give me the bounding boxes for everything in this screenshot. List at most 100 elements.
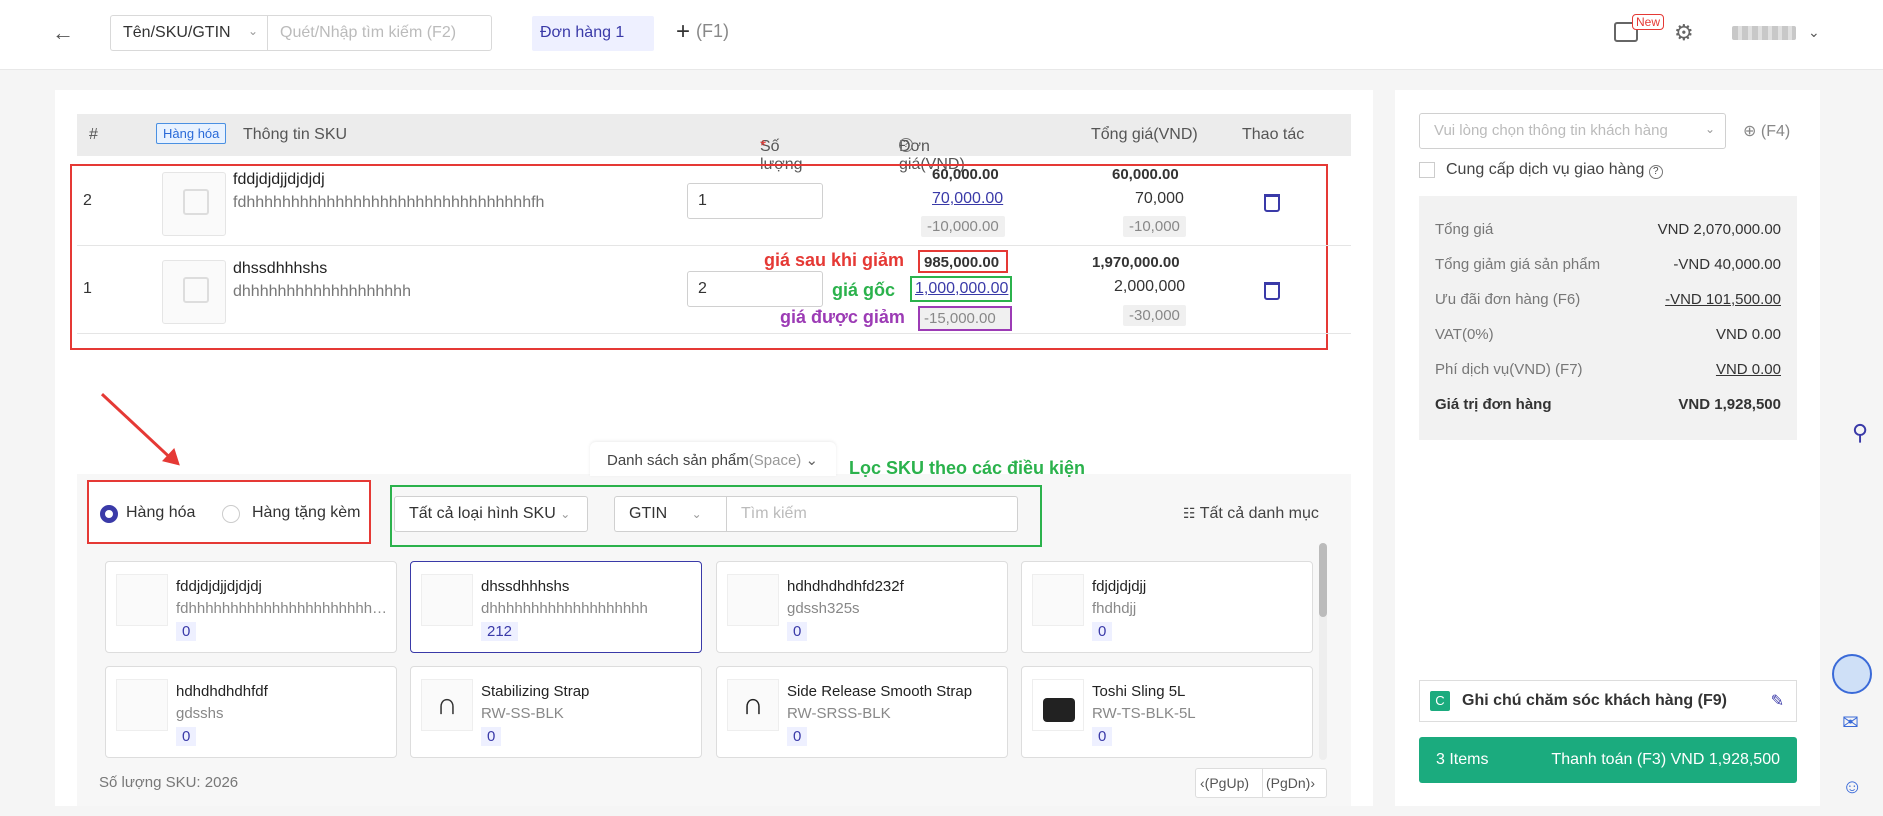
- summary-row: Tổng giảm giá sản phẩm -VND 40,000.00: [1435, 256, 1781, 273]
- prev-page-button[interactable]: ‹(PgUp): [1200, 775, 1249, 791]
- product-name: fddjdjdjjdjdjdj: [176, 578, 262, 595]
- product-code: fdhhhhhhhhhhhhhhhhhhhhhhhhhhhhhhhhfh: [176, 600, 388, 617]
- gear-icon[interactable]: ⚙: [1674, 20, 1694, 46]
- trash-icon[interactable]: [1264, 282, 1280, 300]
- summary-total-row: Giá trị đơn hàng VND 1,928,500: [1435, 396, 1781, 413]
- plus-icon: +: [676, 18, 691, 45]
- back-arrow-icon[interactable]: ←: [52, 20, 74, 46]
- product-card[interactable]: hdhdhdhdhfd232f gdssh325s 0: [716, 561, 1008, 653]
- product-name: hdhdhdhdhfdf: [176, 683, 268, 700]
- product-card[interactable]: fddjdjdjjdjdjdj fdhhhhhhhhhhhhhhhhhhhhhhh…: [105, 561, 397, 653]
- total-price-final: 60,000.00: [1112, 166, 1179, 183]
- trash-icon[interactable]: [1264, 194, 1280, 212]
- scrollbar-thumb[interactable]: [1319, 543, 1327, 617]
- unit-price-original[interactable]: 70,000.00: [932, 190, 1003, 208]
- add-customer-button[interactable]: ⊕ (F4): [1743, 121, 1790, 141]
- help-icon: ?: [1648, 165, 1663, 179]
- tab-order-1[interactable]: Đơn hàng 1: [532, 16, 654, 51]
- chevron-down-icon[interactable]: ⌄: [1808, 24, 1820, 41]
- row-index: 2: [83, 192, 92, 209]
- product-card[interactable]: dhssdhhhshs dhhhhhhhhhhhhhhhhhhh 212: [410, 561, 702, 653]
- product-list-tab[interactable]: Danh sách sản phẩm(Space) ⌄: [590, 442, 836, 476]
- sku-count: Số lượng SKU: 2026: [99, 774, 239, 791]
- category-tree-icon: ☷: [1183, 505, 1196, 521]
- search-type-select[interactable]: Tên/SKU/GTIN ⌄: [110, 15, 268, 51]
- next-page-button[interactable]: (PgDn)›: [1266, 775, 1315, 791]
- unit-price-final: 985,000.00: [918, 250, 1008, 273]
- support-icon[interactable]: ☺: [1842, 776, 1862, 799]
- bag-image: [1032, 679, 1084, 731]
- product-stock: 0: [1092, 622, 1113, 641]
- strap-image: ∩: [727, 679, 779, 731]
- product-stock: 0: [176, 622, 197, 641]
- search-input[interactable]: Quét/Nhập tìm kiếm (F2): [267, 15, 492, 51]
- summary-row[interactable]: Ưu đãi đơn hàng (F6) -VND 101,500.00: [1435, 291, 1781, 308]
- row-index: 1: [83, 280, 92, 297]
- quantity-input[interactable]: 1: [687, 183, 823, 219]
- radio-goods[interactable]: [100, 505, 118, 523]
- strap-image: ∩: [421, 679, 473, 731]
- row-divider: [77, 333, 1351, 334]
- product-name: hdhdhdhdhfd232f: [787, 578, 904, 595]
- product-card[interactable]: Toshi Sling 5L RW-TS-BLK-5L 0: [1021, 666, 1313, 758]
- product-thumbnail: [116, 574, 168, 626]
- product-search-input[interactable]: Tìm kiếm: [726, 496, 1018, 532]
- search-icon[interactable]: ⚲: [1852, 420, 1868, 446]
- header-sku-info: Thông tin SKU: [243, 126, 348, 143]
- product-name: dhssdhhhshs: [481, 578, 570, 595]
- code-type-select[interactable]: GTIN ⌄: [614, 496, 727, 532]
- unit-price-original[interactable]: 1,000,000.00: [910, 276, 1012, 302]
- product-stock: 0: [1092, 727, 1113, 746]
- summary-row: Tổng giá VND 2,070,000.00: [1435, 221, 1781, 238]
- product-thumbnail: [727, 574, 779, 626]
- product-card[interactable]: ∩ Stabilizing Strap RW-SS-BLK 0: [410, 666, 702, 758]
- product-stock: 0: [481, 727, 502, 746]
- add-order-button[interactable]: + (F1): [676, 18, 729, 46]
- annotation-after-discount: giá sau khi giảm: [764, 250, 905, 270]
- quantity-input[interactable]: 2: [687, 271, 823, 307]
- note-badge: C: [1430, 691, 1450, 711]
- edit-icon[interactable]: ✎: [1771, 691, 1784, 711]
- search-type-label: Tên/SKU/GTIN: [123, 24, 231, 41]
- product-card[interactable]: fdjdjdjdjj fhdhdjj 0: [1021, 561, 1313, 653]
- hanghoa-badge: Hàng hóa: [156, 123, 227, 144]
- customer-care-note[interactable]: C Ghi chú chăm sóc khách hàng (F9) ✎: [1419, 680, 1797, 722]
- cart-table-header: # Hàng hóa Thông tin SKU Số lượng * Đơn …: [77, 114, 1351, 173]
- all-categories-button[interactable]: ☷ Tất cả danh mục: [1183, 505, 1319, 523]
- delivery-checkbox[interactable]: [1419, 162, 1435, 178]
- product-thumbnail: [162, 260, 226, 324]
- product-code: dhhhhhhhhhhhhhhhhhhh: [481, 600, 648, 617]
- header-index: #: [89, 126, 98, 143]
- note-label: Ghi chú chăm sóc khách hàng (F9): [1462, 692, 1727, 709]
- checkout-button[interactable]: 3 Items Thanh toán (F3) VND 1,928,500: [1419, 737, 1797, 783]
- radio-gift-label[interactable]: Hàng tặng kèm: [252, 504, 361, 522]
- radio-gift[interactable]: [222, 505, 240, 523]
- product-code: RW-TS-BLK-5L: [1092, 705, 1196, 722]
- chevron-down-icon: ⌄: [805, 452, 819, 469]
- product-name: Stabilizing Strap: [481, 683, 590, 700]
- total-price-original: 2,000,000: [1114, 278, 1186, 295]
- annotation-discount: giá được giảm: [780, 307, 905, 327]
- new-badge: New: [1632, 14, 1665, 30]
- sku-type-select[interactable]: Tất cả loại hình SKU ⌄: [394, 496, 588, 532]
- product-card[interactable]: hdhdhdhdhfdf gdsshs 0: [105, 666, 397, 758]
- delivery-label: Cung cấp dịch vụ giao hàng ?: [1446, 161, 1663, 179]
- header-total-price: Tổng giá(VND): [1091, 126, 1198, 143]
- radio-goods-label[interactable]: Hàng hóa: [126, 504, 195, 522]
- summary-row[interactable]: Phí dịch vụ(VND) (F7) VND 0.00: [1435, 361, 1781, 378]
- product-card[interactable]: ∩ Side Release Smooth Strap RW-SRSS-BLK 0: [716, 666, 1008, 758]
- product-name: Toshi Sling 5L: [1092, 683, 1186, 700]
- item-count: 3 Items: [1436, 751, 1489, 768]
- avatar[interactable]: [1832, 654, 1872, 694]
- plus-circle-icon: ⊕: [1743, 123, 1757, 140]
- annotation-original: giá gốc: [832, 280, 896, 300]
- total-price-final: 1,970,000.00: [1092, 254, 1180, 271]
- customer-select[interactable]: Vui lòng chọn thông tin khách hàng ⌄: [1419, 113, 1726, 149]
- total-price-discount: -10,000: [1123, 216, 1186, 237]
- product-code: fhdhdjj: [1092, 600, 1137, 617]
- chat-icon[interactable]: ✉: [1842, 710, 1859, 735]
- product-name: Side Release Smooth Strap: [787, 683, 973, 700]
- product-stock: 0: [176, 727, 197, 746]
- user-name-blurred[interactable]: [1732, 26, 1796, 40]
- add-tab-hint: (F1): [696, 21, 730, 41]
